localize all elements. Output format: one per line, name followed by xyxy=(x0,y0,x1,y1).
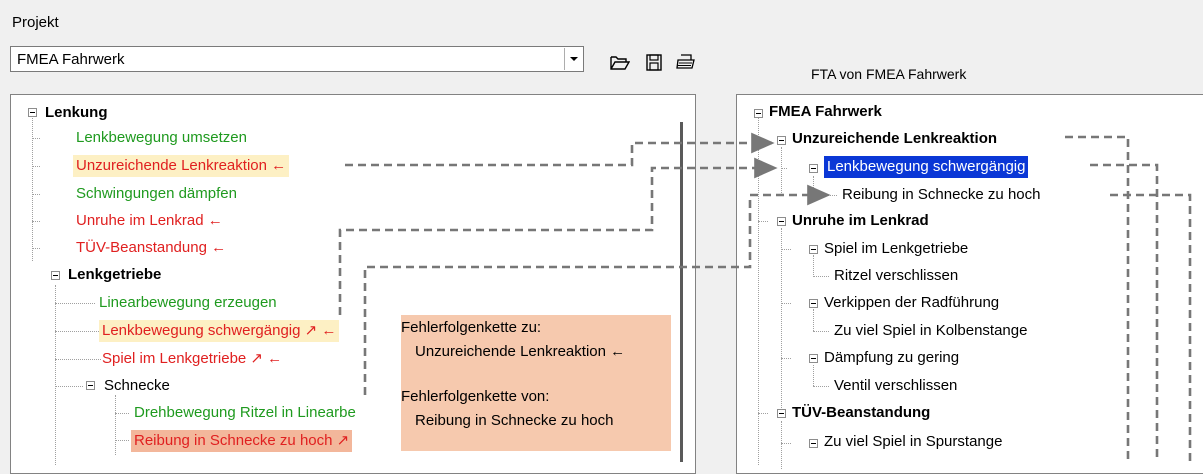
project-combobox-value: FMEA Fahrwerk xyxy=(17,51,125,68)
tree-item-unruhe-im-lenkrad[interactable]: Unruhe im Lenkrad ← xyxy=(76,210,223,232)
tree-item-lenkbewegung-umsetzen[interactable]: Lenkbewegung umsetzen xyxy=(76,127,247,149)
print-button[interactable] xyxy=(676,52,696,72)
fta-item-fmea-fahrwerk[interactable]: FMEA Fahrwerk xyxy=(769,101,882,123)
info-chain-to-label: Fehlerfolgenkette zu: xyxy=(401,319,542,336)
info-chain-from-value: Reibung in Schnecke zu hoch xyxy=(415,412,614,429)
tree-item-lenkung[interactable]: Lenkung xyxy=(45,102,108,124)
tree-item-lenkgetriebe[interactable]: Lenkgetriebe xyxy=(68,264,161,286)
fta-item-zu-viel-spiel-kolbenstange[interactable]: Zu viel Spiel in Kolbenstange xyxy=(834,320,1027,342)
fta-item-ritzel-verschlissen[interactable]: Ritzel verschlissen xyxy=(834,265,958,287)
save-button[interactable] xyxy=(644,52,664,72)
fta-item-lenkbewegung-schwergaengig[interactable]: Lenkbewegung schwergängig xyxy=(824,156,1029,178)
tree-item-reibung-in-schnecke[interactable]: Reibung in Schnecke zu hoch ↗ xyxy=(131,430,353,452)
fta-item-zu-viel-spiel-spurstange[interactable]: Zu viel Spiel in Spurstange xyxy=(824,431,1002,453)
fta-item-daempfung-zu-gering[interactable]: Dämpfung zu gering xyxy=(824,347,959,369)
collapse-icon[interactable] xyxy=(809,354,818,363)
project-combobox[interactable]: FMEA Fahrwerk xyxy=(10,46,584,72)
open-folder-button[interactable] xyxy=(610,52,630,72)
collapse-icon[interactable] xyxy=(809,299,818,308)
collapse-icon[interactable] xyxy=(777,409,786,418)
chevron-down-icon xyxy=(569,57,578,61)
fta-title: FTA von FMEA Fahrwerk xyxy=(811,66,967,82)
save-icon xyxy=(646,53,662,71)
error-chain-info-box: Fehlerfolgenkette zu: Unzureichende Lenk… xyxy=(401,315,671,451)
fta-item-verkippen-der-radfuehrung[interactable]: Verkippen der Radführung xyxy=(824,292,999,314)
info-chain-to-value: Unzureichende Lenkreaktion ← xyxy=(415,343,626,360)
collapse-icon[interactable] xyxy=(809,245,818,254)
collapse-icon[interactable] xyxy=(86,381,95,390)
tree-item-unzureichende-lenkreaktion[interactable]: Unzureichende Lenkreaktion ← xyxy=(73,155,290,177)
collapse-icon[interactable] xyxy=(777,136,786,145)
fta-item-spiel-im-lenkgetriebe[interactable]: Spiel im Lenkgetriebe xyxy=(824,238,968,260)
tree-item-lenkbewegung-schwergaengig[interactable]: Lenkbewegung schwergängig ↗ ← xyxy=(99,320,340,342)
collapse-icon[interactable] xyxy=(28,108,37,117)
tree-item-schnecke[interactable]: Schnecke xyxy=(104,375,170,397)
collapse-icon[interactable] xyxy=(809,164,818,173)
fta-item-ventil-verschlissen[interactable]: Ventil verschlissen xyxy=(834,375,957,397)
open-folder-icon xyxy=(610,55,630,70)
fta-item-unzureichende-lenkreaktion[interactable]: Unzureichende Lenkreaktion xyxy=(792,128,997,150)
fta-item-tuev-beanstandung[interactable]: TÜV-Beanstandung xyxy=(792,402,930,424)
collapse-icon[interactable] xyxy=(777,217,786,226)
tree-item-spiel-im-lenkgetriebe[interactable]: Spiel im Lenkgetriebe ↗ ← xyxy=(102,348,282,370)
fta-item-unruhe-im-lenkrad[interactable]: Unruhe im Lenkrad xyxy=(792,210,929,232)
tree-item-drehbewegung-ritzel[interactable]: Drehbewegung Ritzel in Linearbe xyxy=(134,402,400,424)
tree-item-schwingungen-daempfen[interactable]: Schwingungen dämpfen xyxy=(76,183,237,205)
print-icon xyxy=(676,54,695,69)
fta-item-reibung-in-schnecke[interactable]: Reibung in Schnecke zu hoch xyxy=(842,184,1040,206)
fta-tree-panel[interactable]: FMEA Fahrwerk Unzureichende Lenkreaktion… xyxy=(736,94,1203,474)
project-label: Projekt xyxy=(12,14,59,31)
combobox-dropdown-button[interactable] xyxy=(564,48,582,70)
collapse-icon[interactable] xyxy=(809,439,818,448)
collapse-icon[interactable] xyxy=(754,109,763,118)
collapse-icon[interactable] xyxy=(51,271,60,280)
splitter[interactable] xyxy=(680,122,683,462)
info-chain-from-label: Fehlerfolgenkette von: xyxy=(401,388,550,405)
tree-item-tuev-beanstandung[interactable]: TÜV-Beanstandung ← xyxy=(76,237,226,259)
tree-item-linearbewegung-erzeugen[interactable]: Linearbewegung erzeugen xyxy=(99,292,277,314)
